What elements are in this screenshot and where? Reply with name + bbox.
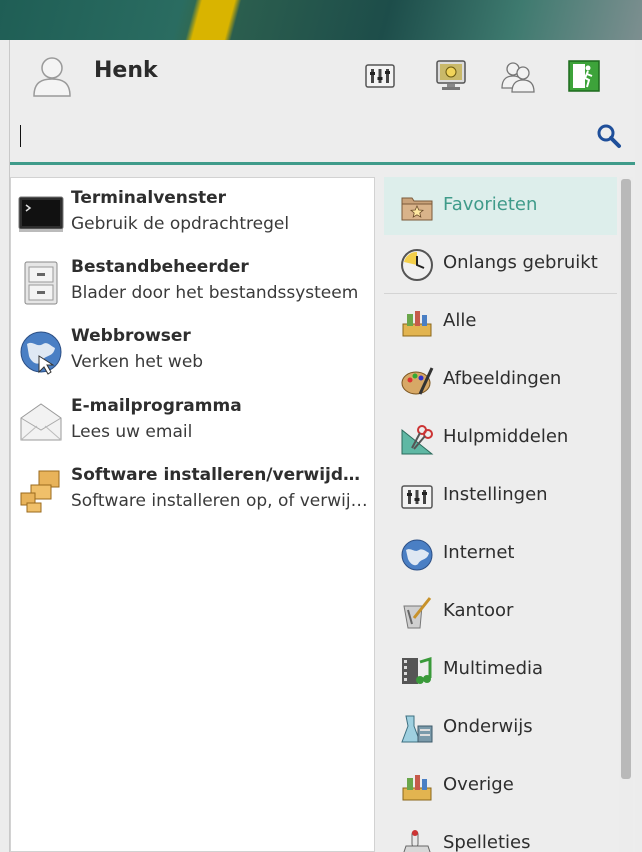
category-list: Favorieten Onlangs gebruikt Alle Afbeeld… (384, 177, 617, 852)
software-icon (20, 470, 60, 513)
recent-icon (401, 249, 433, 281)
text-caret (20, 125, 21, 147)
switch-user-button[interactable] (500, 58, 536, 94)
category-office[interactable]: Kantoor (384, 583, 617, 641)
mail-icon (20, 403, 62, 441)
search-icon[interactable] (596, 123, 622, 149)
category-games[interactable]: Spelleties (384, 815, 617, 852)
multimedia-icon (402, 656, 432, 684)
category-label: Afbeeldingen (443, 368, 562, 389)
settings-icon (365, 64, 395, 88)
search-input[interactable] (18, 118, 592, 152)
app-name: Bestandbeheerder (71, 257, 249, 277)
app-description: Verken het web (71, 352, 204, 372)
graphics-icon (401, 367, 434, 395)
scrollbar-thumb[interactable] (621, 179, 631, 779)
category-label: Favorieten (443, 194, 538, 215)
app-name: Terminalvenster (71, 188, 227, 208)
category-label: Onlangs gebruikt (443, 252, 598, 273)
app-name: Software installeren/verwijderen (71, 465, 371, 485)
category-label: Onderwijs (443, 716, 533, 737)
category-other[interactable]: Overige (384, 757, 617, 815)
lock-screen-icon (436, 60, 466, 90)
category-scrollbar[interactable] (619, 177, 633, 852)
desktop-wallpaper (0, 0, 642, 40)
menu-header: Henk (10, 40, 635, 106)
category-accessories[interactable]: Hulpmiddelen (384, 409, 617, 467)
app-name: E-mailprogramma (71, 396, 242, 416)
list-item-web-browser[interactable]: Webbrowser Verken het web (11, 324, 374, 394)
web-browser-icon (20, 331, 62, 375)
other-icon (402, 775, 432, 801)
office-icon (403, 597, 432, 629)
education-icon (401, 715, 433, 743)
all-icon (402, 311, 432, 337)
user-name: Henk (94, 58, 158, 83)
favorites-icon (401, 197, 433, 221)
category-recent[interactable]: Onlangs gebruikt (384, 235, 617, 293)
app-description: Blader door het bestandssysteem (71, 283, 359, 303)
category-favorites[interactable]: Favorieten (384, 177, 617, 235)
games-icon (403, 830, 431, 852)
favorites-app-list: Terminalvenster Gebruik de opdrachtregel… (10, 177, 375, 852)
app-description: Software installeren op, of verwijderen … (71, 491, 371, 511)
list-item-file-manager[interactable]: Bestandbeheerder Blader door het bestand… (11, 255, 374, 325)
accessories-icon (401, 425, 434, 455)
app-name: Webbrowser (71, 326, 191, 346)
switch-user-icon (501, 62, 535, 93)
category-multimedia[interactable]: Multimedia (384, 641, 617, 699)
category-label: Overige (443, 774, 514, 795)
lock-screen-button[interactable] (433, 58, 469, 94)
app-description: Gebruik de opdrachtregel (71, 214, 290, 234)
category-label: Kantoor (443, 600, 514, 621)
app-description: Lees uw email (71, 422, 193, 442)
application-menu: Henk Terminalvenster Gebruik de opdracht… (9, 40, 635, 852)
logout-icon (568, 60, 600, 92)
logout-button[interactable] (566, 58, 602, 94)
category-all[interactable]: Alle (384, 293, 617, 351)
category-label: Hulpmiddelen (443, 426, 569, 447)
category-settings[interactable]: Instellingen (384, 467, 617, 525)
settings-icon (401, 485, 433, 509)
list-item-email[interactable]: E-mailprogramma Lees uw email (11, 394, 374, 464)
list-item-software[interactable]: Software installeren/verwijderen Softwar… (11, 463, 374, 533)
category-label: Spelleties (443, 832, 531, 852)
settings-button[interactable] (362, 58, 398, 94)
category-label: Alle (443, 310, 477, 331)
category-label: Instellingen (443, 484, 548, 505)
terminal-icon (18, 196, 64, 232)
user-avatar-icon[interactable] (28, 52, 76, 100)
internet-icon (401, 539, 433, 571)
category-internet[interactable]: Internet (384, 525, 617, 583)
file-manager-icon (24, 261, 58, 305)
list-item-terminal[interactable]: Terminalvenster Gebruik de opdrachtregel (11, 186, 374, 256)
search-bar (10, 106, 635, 165)
category-label: Multimedia (443, 658, 544, 679)
category-label: Internet (443, 542, 515, 563)
category-education[interactable]: Onderwijs (384, 699, 617, 757)
category-graphics[interactable]: Afbeeldingen (384, 351, 617, 409)
